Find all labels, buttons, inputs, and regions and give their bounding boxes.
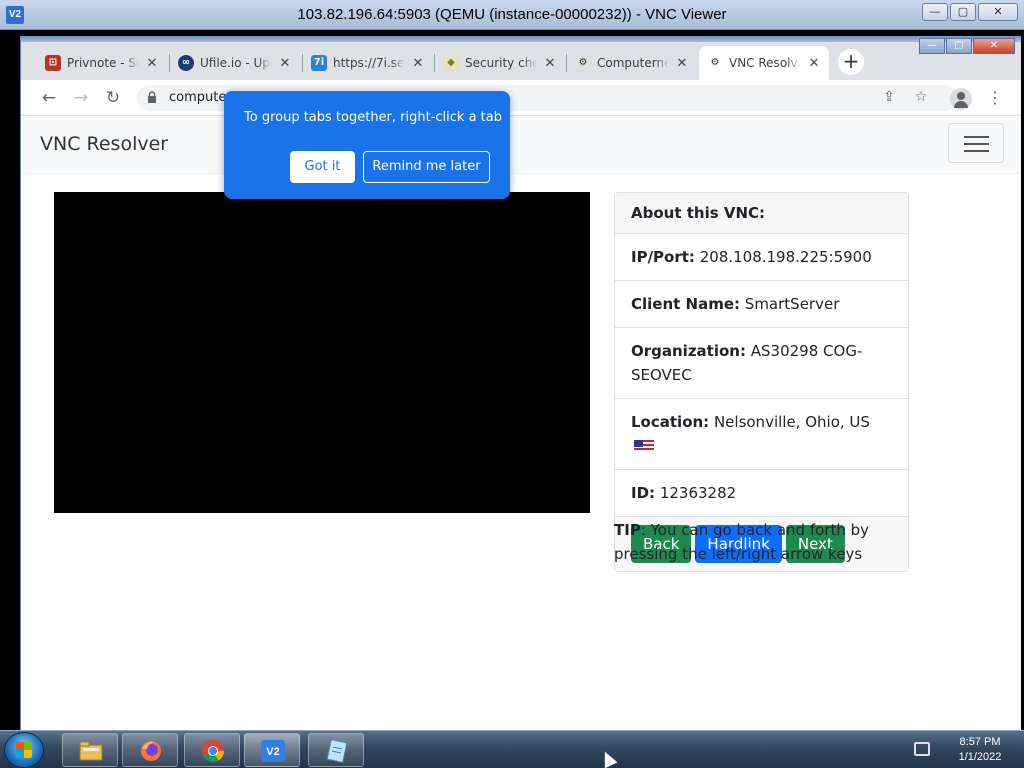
close-button[interactable]: ✕ (978, 3, 1018, 21)
close-icon[interactable]: ✕ (543, 56, 557, 71)
clock-time: 8:57 PM (959, 736, 1001, 748)
firefox-icon (141, 741, 161, 761)
site-brand[interactable]: VNC Resolver (40, 133, 168, 155)
close-icon[interactable]: ✕ (145, 56, 159, 71)
vnc-window-title: 103.82.196.64:5903 (QEMU (instance-00000… (297, 6, 727, 23)
clock-date: 1/1/2022 (958, 751, 1002, 763)
taskbar-notepad[interactable] (308, 733, 364, 767)
chrome-window: — ▢ ✕ ⊡ Privnote - Se ✕ ∞ Ufile.io - Upl… (20, 36, 1021, 730)
page-content: VNC Resolver About this VNC: IP/Port: 20… (21, 116, 1021, 730)
minimize-button[interactable]: — (922, 3, 948, 21)
url-text: compute (169, 90, 227, 105)
tab-vnc-resolver[interactable]: ⚙ VNC Resolve ✕ (699, 46, 829, 80)
tip-text: TIP: You can go back and forth by pressi… (614, 521, 870, 563)
computerne-icon: ⚙ (575, 55, 591, 71)
explorer-icon (79, 741, 103, 761)
menu-kebab-icon[interactable]: ⋮ (983, 86, 1007, 110)
start-button-icon[interactable] (4, 732, 44, 768)
us-flag-icon (634, 440, 654, 452)
share-icon[interactable]: ⇪ (877, 85, 901, 109)
ip-port-row: IP/Port: 208.108.198.225:5900 (615, 234, 908, 281)
tab-computerne[interactable]: ⚙ Computerne ✕ (567, 46, 697, 80)
taskbar-vnc-viewer[interactable]: V2 (244, 733, 300, 767)
got-it-button[interactable]: Got it (290, 151, 355, 183)
organization-row: Organization: AS30298 COG-SEOVEC (615, 328, 908, 399)
card-header: About this VNC: (615, 193, 908, 234)
tab-privnote[interactable]: ⊡ Privnote - Se ✕ (37, 46, 167, 80)
chrome-icon (202, 740, 224, 762)
tab-ufile[interactable]: ∞ Ufile.io - Upl ✕ (170, 46, 300, 80)
vnc-window-controls: — ▢ ✕ (922, 3, 1018, 21)
ufile-icon: ∞ (178, 55, 194, 71)
7i-icon: 7i (311, 55, 327, 71)
vnc-viewer-titlebar: V2 103.82.196.64:5903 (QEMU (instance-00… (0, 0, 1024, 30)
lock-icon (148, 91, 156, 103)
chrome-close-button[interactable]: ✕ (973, 38, 1015, 54)
close-icon[interactable]: ✕ (278, 56, 292, 71)
chrome-maximize-button[interactable]: ▢ (946, 38, 972, 54)
taskbar-explorer[interactable] (62, 733, 118, 767)
forward-arrow-icon[interactable]: → (69, 86, 93, 110)
profile-avatar-icon[interactable] (950, 88, 972, 110)
vnc-screenshot (54, 192, 590, 513)
windows-taskbar: V2 8:57 PM 1/1/2022 (0, 730, 1024, 768)
security-check-icon: ◆ (443, 55, 459, 71)
navbar-toggler-hamburger-icon[interactable] (948, 123, 1004, 163)
id-row: ID: 12363282 (615, 470, 908, 517)
tab-group-tip-bubble: To group tabs together, right-click a ta… (224, 91, 510, 199)
svg-text:V2: V2 (266, 746, 279, 758)
taskbar-firefox[interactable] (122, 733, 178, 767)
bubble-message: To group tabs together, right-click a ta… (244, 110, 503, 125)
chrome-window-controls: — ▢ ✕ (919, 38, 1015, 54)
remind-me-later-button[interactable]: Remind me later (363, 151, 490, 183)
back-arrow-icon[interactable]: ← (37, 86, 61, 110)
network-icon[interactable] (914, 742, 930, 756)
site-navbar: VNC Resolver (21, 116, 1021, 174)
vnc-resolver-icon: ⚙ (707, 55, 723, 71)
close-icon[interactable]: ✕ (675, 56, 689, 71)
chrome-minimize-button[interactable]: — (919, 38, 945, 54)
vnc-info-card: About this VNC: IP/Port: 208.108.198.225… (614, 192, 909, 572)
client-name-row: Client Name: SmartServer (615, 281, 908, 328)
tab-7i[interactable]: 7i https://7i.se ✕ (303, 46, 433, 80)
location-row: Location: Nelsonville, Ohio, US (615, 399, 908, 470)
close-icon[interactable]: ✕ (411, 56, 425, 71)
taskbar-clock[interactable]: 8:57 PM 1/1/2022 (940, 735, 1020, 765)
privnote-icon: ⊡ (45, 55, 61, 71)
close-icon[interactable]: ✕ (807, 56, 821, 71)
vnc-viewer-icon: V2 (261, 740, 285, 762)
notepad-icon (326, 739, 348, 763)
tab-security-check[interactable]: ◆ Security che ✕ (435, 46, 565, 80)
reload-icon[interactable]: ↻ (101, 86, 125, 110)
new-tab-button[interactable]: + (838, 49, 864, 75)
maximize-button[interactable]: ▢ (950, 3, 976, 21)
tab-strip: — ▢ ✕ ⊡ Privnote - Se ✕ ∞ Ufile.io - Upl… (21, 36, 1021, 80)
browser-toolbar: ← → ↻ compute ⇪ ☆ ⋮ (21, 80, 1021, 116)
bookmark-star-icon[interactable]: ☆ (909, 85, 933, 109)
taskbar-chrome[interactable] (184, 733, 240, 767)
